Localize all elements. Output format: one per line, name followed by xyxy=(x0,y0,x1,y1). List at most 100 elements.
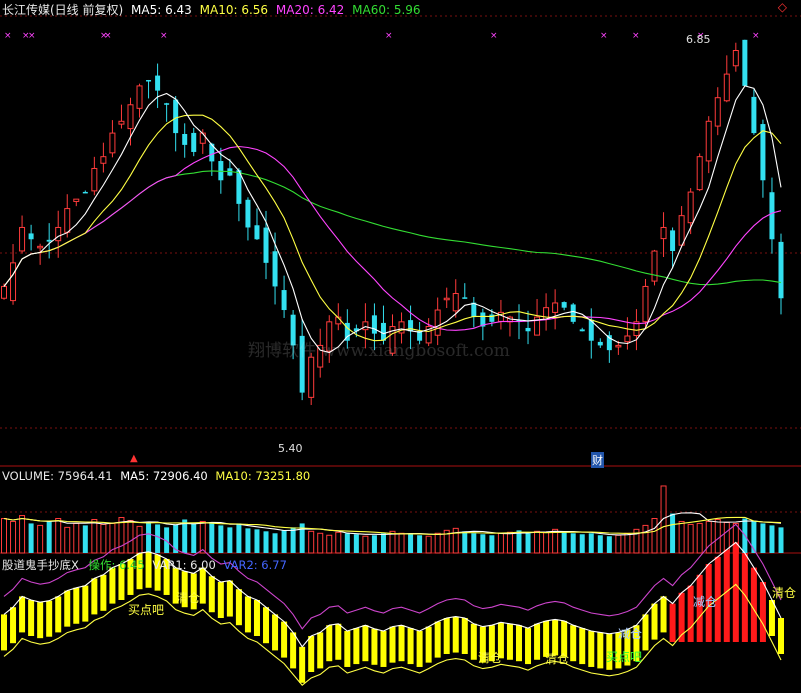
indicator-bar xyxy=(100,574,107,611)
indicator-bar xyxy=(642,614,649,651)
close-icon[interactable]: ◇ xyxy=(778,0,787,14)
candle-body xyxy=(732,50,739,67)
watermark: 翔博软件 www.xiangbosoft.com xyxy=(248,341,510,361)
volume-bar xyxy=(434,532,441,554)
indicator-bar xyxy=(353,628,360,665)
indicator-bar xyxy=(299,646,306,683)
volume-bar xyxy=(136,525,143,554)
clear-label-1: 清仓 xyxy=(176,591,201,605)
volume-bar xyxy=(308,530,315,554)
volume-bar xyxy=(380,533,386,553)
ma5-label: MA5: 6.43 xyxy=(131,3,192,17)
volume-bar xyxy=(19,515,26,554)
volume-bar xyxy=(534,530,541,554)
chart-root: × × × × × × × × × × × × 长江传媒(日线 前复权) MA5: 6.43 MA10… xyxy=(0,0,801,693)
volume-bar xyxy=(155,524,161,553)
signal-marker: × xyxy=(160,31,168,41)
candle-body xyxy=(525,327,531,332)
signal-marker: × xyxy=(385,31,393,41)
indicator-bar xyxy=(37,602,44,639)
indicator-bar xyxy=(208,576,215,613)
volume-bar xyxy=(687,523,694,554)
candle-body xyxy=(670,230,676,252)
volume-bar xyxy=(10,520,17,554)
ma60-label: MA60: 5.96 xyxy=(352,3,421,17)
candle-body xyxy=(191,132,197,152)
indicator-bar xyxy=(371,628,378,665)
indicator-bar xyxy=(335,623,342,660)
candle-body xyxy=(678,215,685,246)
candle-body xyxy=(164,103,170,105)
candle-body xyxy=(696,156,703,191)
candle-body xyxy=(723,73,730,102)
low-annotation: 5.40 xyxy=(278,442,303,455)
ma10-label: MA10: 6.56 xyxy=(199,3,269,17)
volume-bar xyxy=(290,527,296,553)
volume-bar xyxy=(227,527,233,553)
volume-bar xyxy=(579,534,585,553)
reduce-label-2: 减仓 xyxy=(693,595,718,609)
volume-bar xyxy=(236,523,242,553)
candle-body xyxy=(146,80,152,82)
volume-bar xyxy=(254,529,260,553)
candle-body xyxy=(434,309,441,336)
var1-label: VAR1: 6.00 xyxy=(152,558,216,572)
volume-bar xyxy=(272,533,278,553)
volume-bar xyxy=(64,526,71,554)
volume-bar xyxy=(37,524,44,554)
stock-name: 长江传媒(日线 前复权) xyxy=(2,3,124,17)
candle-body xyxy=(714,97,721,127)
volume-bar xyxy=(425,535,432,554)
indicator-bar xyxy=(46,600,53,637)
volume-bar xyxy=(408,534,414,553)
indicator-bar xyxy=(759,582,766,642)
indicator-bar xyxy=(461,618,468,654)
indicator-bar xyxy=(308,636,315,672)
volume-bar xyxy=(497,532,504,554)
signal-marker: × xyxy=(28,31,36,41)
ma20-label: MA20: 6.42 xyxy=(275,3,345,17)
indicator-bar xyxy=(768,600,775,636)
indicator-bar xyxy=(506,623,513,660)
volume-bar xyxy=(606,536,612,553)
volume-bar xyxy=(353,534,359,553)
candle-body xyxy=(462,297,468,299)
candle-body xyxy=(118,120,125,125)
candle-body xyxy=(100,156,107,164)
candle-body xyxy=(769,192,775,240)
indicator-bar xyxy=(226,580,233,617)
volume-bar xyxy=(506,531,513,554)
volume-bar xyxy=(362,535,369,554)
volume-bar xyxy=(489,535,495,553)
volume-bar xyxy=(263,531,269,553)
candle-body xyxy=(109,132,116,154)
volume-bar xyxy=(597,535,603,553)
volume-bar xyxy=(642,524,649,554)
signal-marker: × xyxy=(104,31,112,41)
indicator-bar xyxy=(73,587,80,624)
candle-body xyxy=(64,208,71,233)
indicator-bar xyxy=(651,603,658,640)
candle-body xyxy=(597,341,603,346)
indicator-bar xyxy=(64,590,71,627)
vol-ma10-label: MA10: 73251.80 xyxy=(215,469,311,483)
volume-bar xyxy=(651,518,658,554)
volume-bar xyxy=(678,520,685,554)
candle-body xyxy=(10,262,17,302)
candle-body xyxy=(182,133,188,145)
reduce-label-1: 减仓 xyxy=(618,627,643,641)
indicator-bar xyxy=(281,621,288,658)
indicator-bar xyxy=(570,625,577,662)
vol-ma5-label: MA5: 72906.40 xyxy=(120,469,208,483)
candle-body xyxy=(362,321,369,331)
candle-body xyxy=(705,120,712,162)
volume-bar xyxy=(55,518,62,554)
indicator-bar xyxy=(434,621,441,658)
indicator-bar xyxy=(10,607,17,644)
candle-body xyxy=(46,239,52,242)
high-annotation: 6.85 xyxy=(686,33,711,46)
volume-bar xyxy=(146,521,152,553)
indicator-bar xyxy=(579,628,586,665)
candle-body xyxy=(136,85,143,109)
candle-body xyxy=(308,356,315,398)
